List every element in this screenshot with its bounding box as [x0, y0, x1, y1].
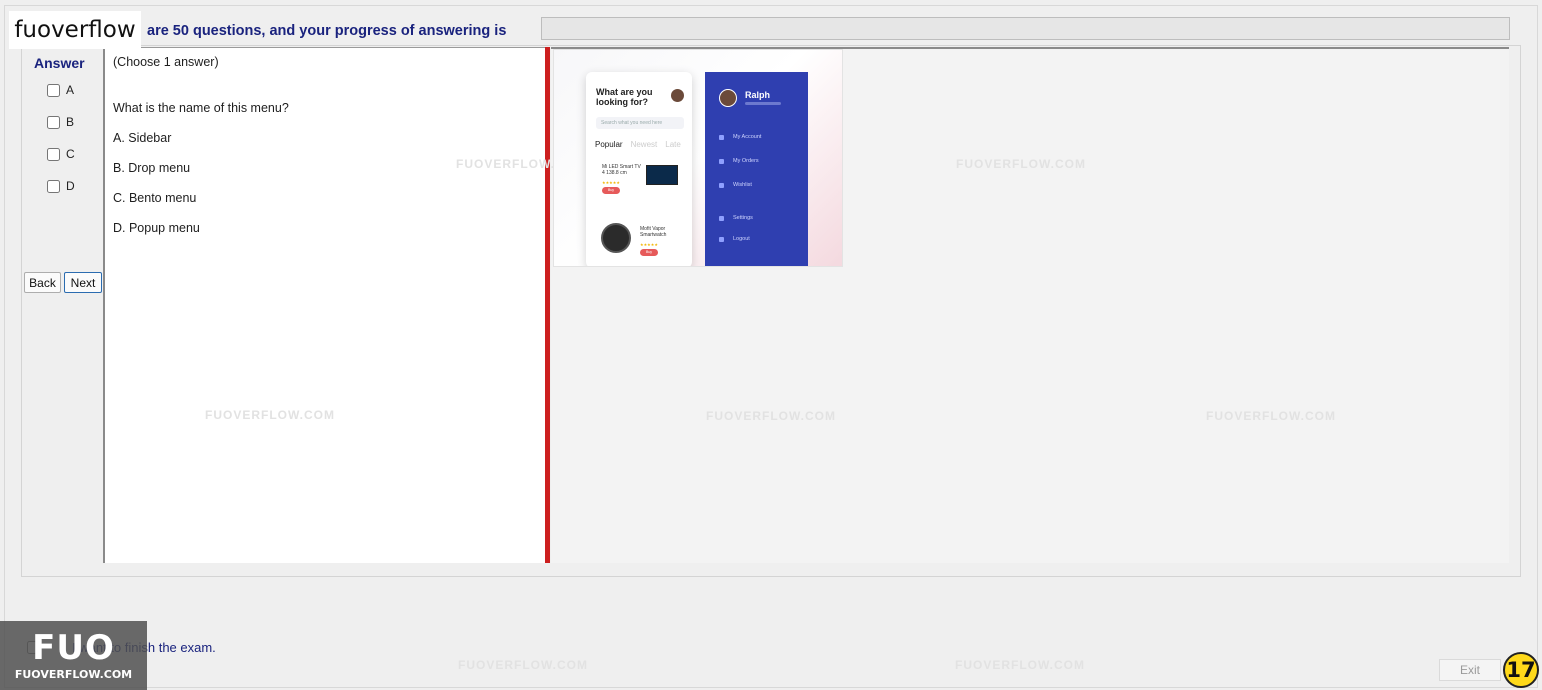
watermark-text: FUOVERFLOW.COM [706, 409, 836, 423]
buy-badge: Buy [640, 249, 658, 256]
buy-badge: Buy [602, 187, 620, 194]
menu-item: My Account [719, 134, 761, 140]
answer-option-label: D [66, 179, 75, 193]
product-name: Mofit Vapor Smartwatch [640, 226, 667, 238]
question-choice: C. Bento menu [113, 191, 197, 205]
question-panel: (Choose 1 answer) What is the name of th… [103, 47, 545, 563]
menu-item: My Orders [719, 158, 759, 164]
answer-option-label: A [66, 83, 75, 97]
tab-newest: Newest [630, 140, 658, 149]
menu-item: Settings [719, 215, 753, 221]
product-card: Mi LED Smart TV 4 138.8 cm ★★★★★ Buy [596, 158, 684, 208]
answer-checkbox-d[interactable] [47, 179, 60, 193]
question-image: What are you looking for? Search what yo… [553, 49, 843, 267]
product-name: Mi LED Smart TV 4 138.8 cm [602, 164, 641, 176]
wishlist-icon [719, 182, 724, 188]
answer-checkbox-c[interactable] [47, 147, 60, 161]
answer-option-c[interactable]: C [47, 147, 75, 161]
question-choice: D. Popup menu [113, 221, 200, 235]
bag-icon [719, 158, 724, 164]
answer-option-a[interactable]: A [47, 83, 74, 97]
watermark-text: FUOVERFLOW.COM [205, 408, 335, 422]
smartwatch-icon [601, 223, 631, 253]
exit-button[interactable]: Exit [1439, 659, 1501, 681]
tab-late: Late [665, 140, 681, 149]
product-card: Mofit Vapor Smartwatch ★★★★★ Buy [596, 220, 684, 266]
question-instruction: (Choose 1 answer) [113, 55, 219, 69]
answer-option-label: C [66, 147, 75, 161]
shop-search: Search what you need here [596, 117, 684, 129]
user-icon [719, 134, 724, 140]
answer-checkbox-a[interactable] [47, 83, 60, 97]
answer-checkbox-b[interactable] [47, 115, 60, 129]
watermark-text: FUOVERFLOW.COM [458, 658, 588, 672]
answer-option-label: B [66, 115, 75, 129]
menu-item: Wishlist [719, 182, 752, 188]
brand-logo-top: fuoverflow [9, 11, 141, 49]
menu-item: Logout [719, 236, 750, 242]
shop-tabs: Popular Newest Late [595, 140, 681, 149]
question-number-badge: 17 [1503, 652, 1539, 688]
star-rating-icon: ★★★★★ [602, 180, 620, 185]
progress-label: are 50 questions, and your progress of a… [147, 23, 507, 39]
watermark-text: FUOVERFLOW.COM [1206, 409, 1336, 423]
star-rating-icon: ★★★★★ [640, 242, 658, 247]
tab-popular: Popular [595, 140, 623, 149]
back-button[interactable]: Back [24, 272, 61, 293]
brand-logo-url: FUOVERFLOW.COM [14, 667, 133, 681]
menu-user-subtitle [745, 102, 781, 105]
next-button[interactable]: Next [64, 272, 102, 293]
brand-logo-bottom: FUO FUOVERFLOW.COM [0, 621, 147, 690]
phone-screen-shop: What are you looking for? Search what yo… [586, 72, 692, 266]
menu-user-name: Ralph [745, 90, 771, 100]
answer-title: Answer [34, 55, 85, 71]
answer-option-d[interactable]: D [47, 179, 75, 193]
question-choice: A. Sidebar [113, 131, 172, 145]
watermark-text: FUOVERFLOW.COM [955, 658, 1085, 672]
watermark-text: FUOVERFLOW.COM [956, 157, 1086, 171]
tv-icon [646, 165, 678, 185]
brand-logo-mark: FUO [32, 627, 115, 668]
question-text: What is the name of this menu? [113, 101, 289, 115]
phone-screen-menu: Ralph My Account My Orders Wishlist Sett… [705, 72, 808, 266]
progress-bar [541, 17, 1510, 40]
answer-option-b[interactable]: B [47, 115, 74, 129]
avatar-icon [671, 89, 684, 102]
panel-splitter[interactable] [545, 47, 550, 563]
shop-header: What are you looking for? [596, 87, 653, 107]
logout-icon [719, 236, 724, 242]
avatar-icon [719, 89, 737, 107]
question-choice: B. Drop menu [113, 161, 191, 175]
settings-icon [719, 215, 724, 221]
